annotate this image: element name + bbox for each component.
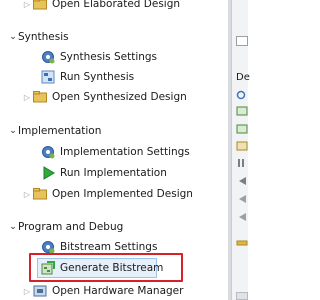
open-synthesized-design-item[interactable]: ▷ Open Synthesized Design (22, 88, 187, 106)
generate-bitstream-icon (40, 260, 56, 276)
folder-design-icon (32, 89, 48, 105)
program-debug-section-header[interactable]: ⌄ Program and Debug (8, 218, 123, 236)
expand-arrow-icon[interactable]: ▷ (22, 0, 32, 9)
expand-arrow-icon[interactable]: ▷ (22, 190, 32, 199)
collapse-chevron-icon[interactable]: ⌄ (8, 28, 18, 46)
group-icon[interactable] (236, 158, 248, 168)
play-icon (40, 165, 56, 181)
open-hardware-manager-item[interactable]: ▷ Open Hardware Manager (22, 282, 184, 300)
implementation-header-label: Implementation (18, 125, 102, 137)
next-icon[interactable] (236, 212, 248, 222)
run-synthesis-label: Run Synthesis (60, 71, 135, 83)
settings-icon[interactable] (236, 238, 248, 248)
run-synthesis-icon (40, 69, 56, 85)
first-icon[interactable] (236, 176, 248, 186)
flow-navigator: ▷ Open Elaborated Design ⌄ Synthesis Syn… (0, 0, 228, 300)
implementation-settings-item[interactable]: Implementation Settings (40, 143, 190, 161)
settings-gear-icon (40, 144, 56, 160)
implementation-settings-label: Implementation Settings (60, 146, 190, 158)
open-implemented-design-label: Open Implemented Design (52, 188, 193, 200)
horizontal-scrollbar[interactable] (236, 292, 248, 300)
collapse-chevron-icon[interactable]: ⌄ (8, 218, 18, 236)
run-implementation-item[interactable]: Run Implementation (40, 164, 167, 182)
expand-all-icon[interactable] (236, 124, 248, 134)
run-synthesis-item[interactable]: Run Synthesis (40, 68, 134, 86)
open-synthesized-design-label: Open Synthesized Design (52, 91, 187, 103)
search-icon[interactable] (236, 90, 248, 100)
expand-arrow-icon[interactable]: ▷ (22, 93, 32, 102)
open-hardware-manager-label: Open Hardware Manager (52, 285, 184, 297)
collapse-chevron-icon[interactable]: ⌄ (8, 122, 18, 140)
synthesis-section-header[interactable]: ⌄ Synthesis (8, 28, 69, 46)
folder-design-icon (32, 0, 48, 12)
implementation-section-header[interactable]: ⌄ Implementation (8, 122, 101, 140)
program-debug-header-label: Program and Debug (18, 221, 124, 233)
open-elaborated-design-label: Open Elaborated Design (52, 0, 181, 10)
folder-design-icon (32, 186, 48, 202)
open-elaborated-design-item[interactable]: ▷ Open Elaborated Design (22, 0, 180, 13)
expand-arrow-icon[interactable]: ▷ (22, 287, 32, 296)
synthesis-header-label: Synthesis (18, 31, 69, 43)
run-implementation-label: Run Implementation (60, 167, 167, 179)
previous-icon[interactable] (236, 194, 248, 204)
settings-gear-icon (40, 49, 56, 65)
open-implemented-design-item[interactable]: ▷ Open Implemented Design (22, 185, 193, 203)
generate-bitstream-label: Generate Bitstream (60, 262, 164, 274)
sort-icon[interactable] (236, 141, 248, 151)
synthesis-settings-label: Synthesis Settings (60, 51, 158, 63)
panel-maximize-icon[interactable] (236, 36, 248, 46)
collapse-all-icon[interactable] (236, 106, 248, 116)
hardware-manager-icon (32, 283, 48, 299)
synthesis-settings-item[interactable]: Synthesis Settings (40, 48, 157, 66)
generate-bitstream-item[interactable]: Generate Bitstream (40, 259, 163, 277)
bitstream-settings-label: Bitstream Settings (60, 241, 158, 253)
right-panel-tab-label[interactable]: De (236, 72, 250, 83)
